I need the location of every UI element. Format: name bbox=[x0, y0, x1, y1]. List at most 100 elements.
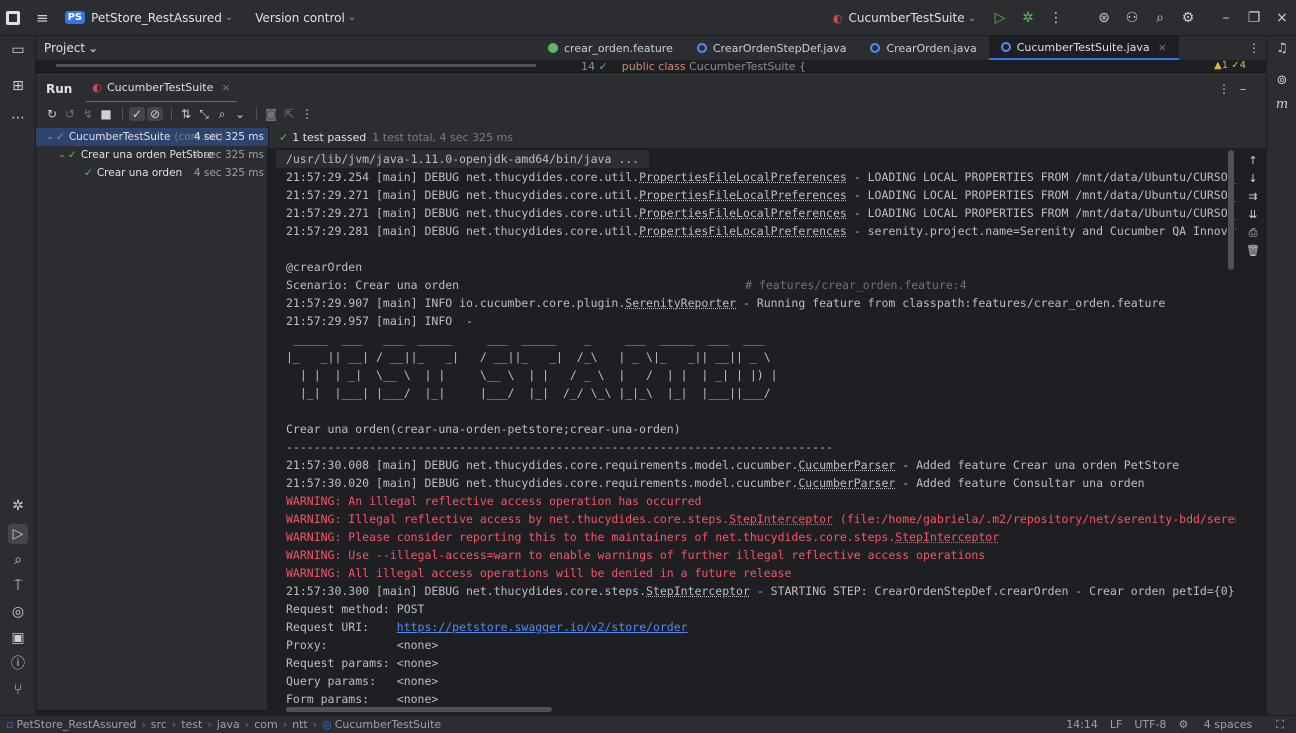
console-line: 21:57:29.281 [main] DEBUG net.thucydides… bbox=[286, 224, 1236, 238]
ai-chat-icon[interactable]: ⊚ bbox=[1273, 72, 1291, 90]
editor-tabs: crear_orden.feature CrearOrdenStepDef.ja… bbox=[536, 36, 1266, 60]
project-folder-icon[interactable]: ▭ bbox=[8, 40, 28, 60]
breadcrumb-item[interactable]: java bbox=[217, 718, 240, 731]
console-ascii-art: |_ _|| __| / __||_ _| / __||_ _| /_\ | _… bbox=[286, 350, 771, 364]
caret-position[interactable]: 14:14 bbox=[1066, 718, 1098, 731]
find-test-icon[interactable]: ⌕ bbox=[214, 107, 230, 122]
tests-passed-text: 1 test passed bbox=[292, 130, 367, 144]
find-icon[interactable]: ⌕ bbox=[8, 550, 28, 570]
close-icon[interactable]: × bbox=[1268, 10, 1296, 26]
editor-tab[interactable]: CrearOrdenStepDef.java bbox=[685, 36, 859, 60]
tests-total-text: 1 test total, 4 sec 325 ms bbox=[372, 130, 514, 144]
passed-check-icon: ✓ bbox=[68, 149, 77, 161]
breadcrumb-item[interactable]: CucumberTestSuite bbox=[335, 718, 441, 731]
project-panel-title[interactable]: Project bbox=[44, 41, 85, 55]
inspection-widget[interactable]: ▲1 ✓4 bbox=[1214, 60, 1246, 71]
git-icon[interactable]: ⑂ bbox=[8, 680, 28, 700]
read-only-lock-icon[interactable]: ⛶ bbox=[1276, 718, 1284, 732]
run-options-icon[interactable]: ⋮– bbox=[1218, 82, 1256, 96]
chevron-down-icon[interactable]: ⌄ bbox=[56, 150, 68, 160]
console-vertical-scrollbar[interactable] bbox=[1228, 150, 1234, 270]
project-badge[interactable]: PS bbox=[64, 11, 86, 24]
minimize-icon[interactable]: – bbox=[1212, 10, 1240, 26]
close-tab-icon[interactable]: × bbox=[221, 81, 230, 94]
breadcrumb-item[interactable]: src bbox=[151, 718, 167, 731]
endpoints-icon[interactable]: ⍑ bbox=[8, 576, 28, 596]
breadcrumb-item[interactable]: com bbox=[254, 718, 278, 731]
rerun-icon[interactable]: ↻ bbox=[44, 107, 60, 121]
more-tabs-icon[interactable]: ⋮ bbox=[1248, 41, 1260, 55]
clear-trash-icon[interactable]: 🗑 bbox=[1246, 244, 1260, 258]
chevron-down-icon[interactable]: ⌄ bbox=[225, 12, 233, 23]
version-control-menu[interactable]: Version control bbox=[255, 11, 345, 25]
test-tree-row[interactable]: ⌄ ✓ CucumberTestSuite (com.ntt) 4 sec 32… bbox=[36, 128, 268, 146]
chevron-down-icon[interactable]: ⌄ bbox=[44, 132, 56, 142]
main-menu-icon[interactable]: ≡ bbox=[36, 9, 49, 27]
line-separator[interactable]: LF bbox=[1110, 718, 1122, 731]
chevron-down-icon[interactable]: ⌄ bbox=[88, 41, 98, 55]
notifications-icon[interactable]: ♫ bbox=[1273, 40, 1291, 58]
breadcrumb-item[interactable]: test bbox=[181, 718, 202, 731]
toolbar-more-icon[interactable]: ⋮ bbox=[299, 107, 315, 121]
print-icon[interactable]: ⎙ bbox=[1246, 226, 1260, 240]
maven-icon[interactable]: m bbox=[1273, 96, 1291, 114]
settings-gear-icon[interactable]: ⚙ bbox=[1174, 10, 1202, 26]
close-tab-icon[interactable]: × bbox=[1158, 41, 1167, 54]
java-class-icon: ◎ bbox=[322, 718, 332, 731]
run-tab[interactable]: ◐ CucumberTestSuite × bbox=[86, 75, 237, 103]
test-tree-row[interactable]: ⌄ ✓ Crear una orden PetStore 4 sec 325 m… bbox=[36, 146, 268, 164]
request-uri-link[interactable]: https://petstore.swagger.io/v2/store/ord… bbox=[397, 620, 688, 634]
scroll-up-icon[interactable]: ↑ bbox=[1246, 154, 1260, 168]
editor-tab-active[interactable]: CucumberTestSuite.java × bbox=[988, 36, 1179, 60]
chevron-down-icon[interactable]: ⌄ bbox=[348, 12, 356, 23]
console-line: 21:57:29.254 [main] DEBUG net.thucydides… bbox=[286, 170, 1236, 184]
collapse-icon[interactable]: ⤡ bbox=[196, 107, 212, 122]
console-line: Proxy: <none> bbox=[286, 638, 439, 652]
rerun-failed-icon[interactable]: ↺ bbox=[62, 107, 78, 121]
stop-icon[interactable]: ■ bbox=[98, 107, 114, 121]
file-encoding[interactable]: UTF-8 bbox=[1134, 718, 1166, 731]
editor-tab-label: crear_orden.feature bbox=[564, 41, 673, 55]
editor-tab[interactable]: CrearOrden.java bbox=[858, 36, 988, 60]
services-icon[interactable]: ◎ bbox=[8, 602, 28, 622]
more-actions-icon[interactable]: ⋮ bbox=[1042, 10, 1070, 26]
code-with-me-icon[interactable]: ⚇ bbox=[1118, 10, 1146, 26]
run-icon[interactable]: ▷ bbox=[986, 10, 1014, 26]
search-icon[interactable]: ⌕ bbox=[1146, 10, 1174, 26]
cucumber-icon: ◐ bbox=[832, 11, 843, 25]
run-tool-icon[interactable]: ▷ bbox=[8, 524, 28, 544]
soft-wrap-icon[interactable]: ⇉ bbox=[1246, 190, 1260, 204]
ai-assistant-icon[interactable]: ⊛ bbox=[1090, 10, 1118, 26]
restore-icon[interactable]: ❐ bbox=[1240, 10, 1268, 26]
test-tree-row[interactable]: ✓ Crear una orden 4 sec 325 ms bbox=[36, 164, 268, 182]
right-tool-strip: ♫ ⊚ m bbox=[1266, 36, 1296, 716]
show-passed-icon[interactable]: ✓ bbox=[129, 107, 145, 121]
scroll-down-icon[interactable]: ↓ bbox=[1246, 172, 1260, 186]
problems-icon[interactable]: ⓘ bbox=[8, 654, 28, 674]
structure-icon[interactable]: ⊞ bbox=[8, 76, 28, 96]
editor-tab[interactable]: crear_orden.feature bbox=[536, 36, 685, 60]
project-switcher[interactable]: PetStore_RestAssured bbox=[91, 11, 222, 25]
export-icon[interactable]: ⇱ bbox=[281, 107, 297, 121]
next-failed-icon[interactable]: ⌄ bbox=[232, 107, 248, 121]
console-command-line[interactable]: /usr/lib/jvm/java-1.11.0-openjdk-amd64/b… bbox=[276, 150, 650, 168]
show-ignored-icon[interactable]: ⊘ bbox=[147, 107, 163, 121]
editorconfig-icon: ⚙ bbox=[1178, 718, 1192, 731]
screenshot-icon[interactable]: ◙ bbox=[263, 107, 279, 121]
toggle-auto-test-icon[interactable]: ↯ bbox=[80, 107, 96, 121]
breadcrumb-item[interactable]: ntt bbox=[292, 718, 308, 731]
build-icon[interactable]: ✲ bbox=[8, 496, 28, 516]
debug-icon[interactable]: ✲ bbox=[1014, 10, 1042, 26]
sort-icon[interactable]: ⇅ bbox=[178, 107, 194, 121]
more-tools-icon[interactable]: ⋯ bbox=[8, 108, 28, 128]
console-horizontal-scrollbar[interactable] bbox=[286, 707, 552, 712]
console-output[interactable]: /usr/lib/jvm/java-1.11.0-openjdk-amd64/b… bbox=[276, 148, 1236, 710]
breadcrumb-item[interactable]: PetStore_RestAssured bbox=[16, 718, 136, 731]
indent-settings[interactable]: ⚙ 4 spaces bbox=[1178, 718, 1264, 731]
terminal-icon[interactable]: ▣ bbox=[8, 628, 28, 648]
passed-check-icon: ✓ bbox=[279, 130, 289, 144]
console-line: Query params: <none> bbox=[286, 674, 439, 688]
scroll-to-end-icon[interactable]: ⇊ bbox=[1246, 208, 1260, 222]
chevron-down-icon: ⌄ bbox=[967, 12, 976, 24]
run-configuration-selector[interactable]: ◐ CucumberTestSuite ⌄ bbox=[833, 11, 976, 25]
